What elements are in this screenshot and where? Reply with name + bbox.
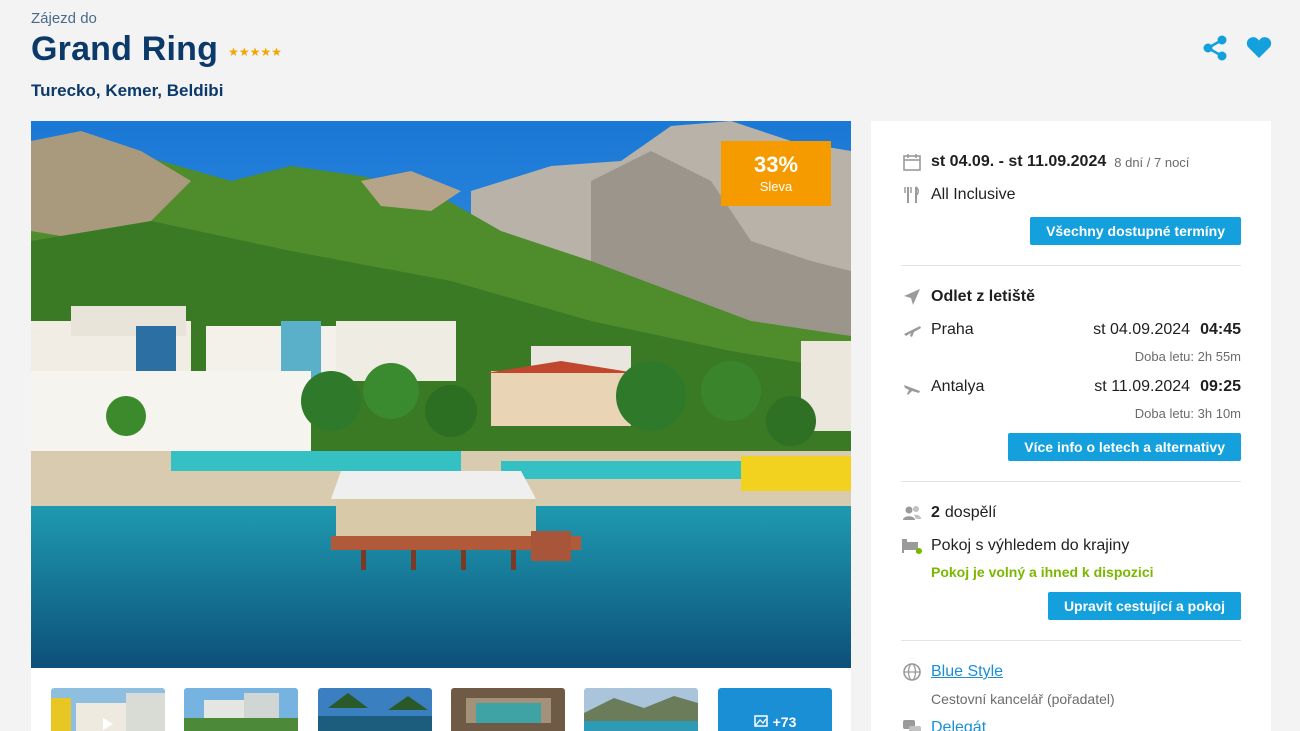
hotel-location: Turecko, Kemer, Beldibi <box>31 81 224 100</box>
heart-icon[interactable] <box>1246 35 1272 61</box>
thumbnail-strip: +73 <box>31 668 851 731</box>
board-type: All Inclusive <box>931 186 1016 203</box>
thumbnail-more-photos[interactable]: +73 <box>718 688 832 731</box>
outbound-flight-duration: Doba letu: 2h 55m <box>1134 349 1241 364</box>
chat-icon <box>901 717 923 731</box>
flights-info-button[interactable]: Více info o letech a alternativy <box>1008 433 1241 461</box>
delegate-row: Delegát <box>901 717 1241 731</box>
agency-role: Cestovní kancelář (pořadatel) <box>931 691 1115 707</box>
thumbnail-photo-3[interactable] <box>451 688 565 731</box>
plane-takeoff-icon <box>901 319 923 341</box>
delegate-link[interactable]: Delegát <box>931 719 986 731</box>
thumbnail-video[interactable] <box>51 688 165 731</box>
edit-travellers-button[interactable]: Upravit cestující a pokoj <box>1047 592 1241 620</box>
divider <box>901 640 1241 641</box>
hotel-title: Grand Ring <box>31 30 219 68</box>
room-availability: Pokoj je volný a ihned k dispozici <box>931 564 1154 580</box>
navigation-arrow-icon <box>901 286 923 308</box>
travellers-row: 2 dospělí <box>901 502 1241 524</box>
outbound-city: Praha <box>931 321 974 338</box>
discount-label: Sleva <box>759 179 793 194</box>
thumbnail-photo-1[interactable] <box>184 688 298 731</box>
outbound-date: st 04.09.2024 <box>1093 321 1191 338</box>
plane-landing-icon <box>901 376 923 398</box>
travellers-count: 2 <box>931 504 940 521</box>
users-icon <box>901 502 923 524</box>
top-label: Zájezd do <box>31 10 97 27</box>
calendar-icon <box>901 151 923 173</box>
divider <box>901 265 1241 266</box>
inbound-flight-duration: Doba letu: 3h 10m <box>1134 406 1241 421</box>
thumbnail-photo-2[interactable] <box>318 688 432 731</box>
agency-row: Blue Style <box>901 661 1241 683</box>
trip-duration: 8 dní / 7 nocí <box>1114 154 1190 170</box>
cutlery-icon <box>901 184 923 206</box>
image-icon <box>753 714 768 730</box>
thumbnail-photo-4[interactable] <box>584 688 698 731</box>
bed-icon <box>901 535 923 557</box>
trip-dates: st 04.09. - st 11.09.2024 <box>931 153 1107 170</box>
title-row: Grand Ring ★★★★★ <box>31 30 282 69</box>
agency-link[interactable]: Blue Style <box>931 663 1003 681</box>
board-row: All Inclusive <box>901 184 1241 206</box>
outbound-flight-row: Praha st 04.09.2024 04:45 <box>901 319 1241 341</box>
more-photos-count: +73 <box>772 714 797 730</box>
departure-title: Odlet z letiště <box>931 288 1036 305</box>
inbound-date: st 11.09.2024 <box>1094 378 1191 395</box>
dates-row: st 04.09. - st 11.09.2024 8 dní / 7 nocí <box>901 151 1241 173</box>
inbound-flight-row: Antalya st 11.09.2024 09:25 <box>901 376 1241 398</box>
discount-percent: 33% <box>753 152 799 177</box>
discount-badge: 33% Sleva <box>721 141 831 206</box>
divider <box>901 481 1241 482</box>
all-dates-button[interactable]: Všechny dostupné termíny <box>1030 217 1241 245</box>
room-row: Pokoj s výhledem do krajiny <box>901 535 1241 557</box>
booking-panel: st 04.09. - st 11.09.2024 8 dní / 7 nocí… <box>871 121 1271 731</box>
inbound-time: 09:25 <box>1200 378 1241 395</box>
travellers-label: dospělí <box>944 504 997 521</box>
outbound-time: 04:45 <box>1200 321 1241 338</box>
departure-title-row: Odlet z letiště <box>901 286 1241 308</box>
inbound-city: Antalya <box>931 378 985 395</box>
share-icon[interactable] <box>1202 35 1228 61</box>
header-actions <box>1202 35 1272 61</box>
globe-icon <box>901 661 923 683</box>
star-rating: ★★★★★ <box>228 44 282 59</box>
room-type: Pokoj s výhledem do krajiny <box>931 537 1130 554</box>
hotel-main-photo[interactable]: 33% Sleva <box>31 121 851 668</box>
